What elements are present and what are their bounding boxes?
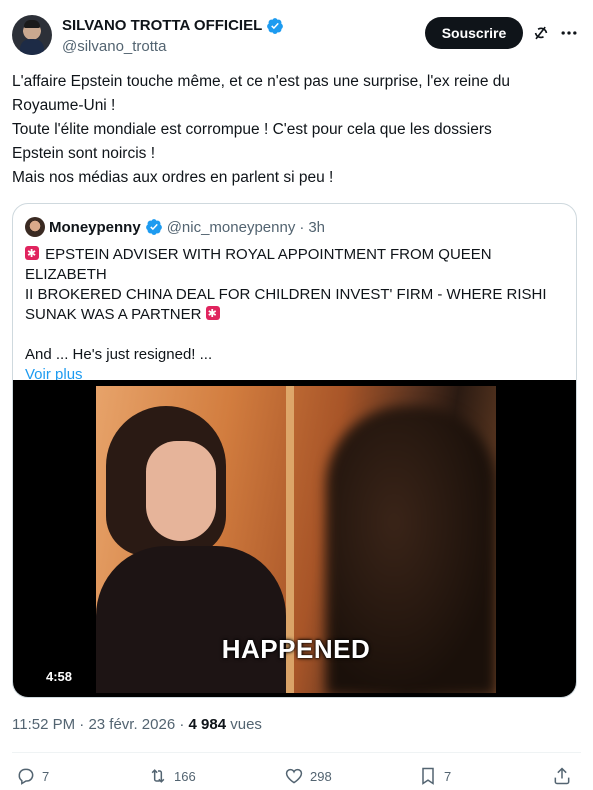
- tweet-time[interactable]: 11:52 PM: [12, 716, 75, 733]
- reply-count: 7: [42, 768, 50, 784]
- meta-separator: ·: [179, 716, 185, 733]
- bookmark-icon: [422, 767, 434, 785]
- subscribe-button[interactable]: Souscrire: [425, 17, 523, 49]
- video-caption: HAPPENED: [221, 634, 371, 664]
- tweet-date[interactable]: 23 févr. 2026: [88, 716, 175, 733]
- quoted-line: EPSTEIN ADVISER WITH ROYAL APPOINTMENT F…: [25, 244, 565, 285]
- video-person-face: [146, 441, 216, 541]
- bookmark-count: 7: [444, 768, 452, 784]
- reply-icon: [18, 768, 34, 785]
- siren-icon: [25, 244, 39, 264]
- bookmark-button[interactable]: 7: [418, 766, 451, 786]
- video-player[interactable]: HAPPENED 4:58: [13, 380, 576, 697]
- author-name-row[interactable]: SILVANO TROTTA OFFICIEL: [62, 16, 284, 36]
- author-name[interactable]: SILVANO TROTTA OFFICIEL: [62, 16, 262, 36]
- author-handle[interactable]: @silvano_trotta: [62, 37, 284, 57]
- tweet-line: Toute l'élite mondiale est corrompue ! C…: [12, 121, 492, 138]
- reply-button[interactable]: 7: [16, 766, 49, 786]
- heart-icon: [285, 768, 303, 784]
- quoted-tweet-header: Moneypenny @nic_moneypenny · 3h: [25, 217, 325, 237]
- author-avatar[interactable]: [12, 15, 52, 55]
- tweet-line: Mais nos médias aux ordres en parlent si…: [12, 169, 334, 186]
- quoted-timestamp[interactable]: 3h: [308, 219, 325, 236]
- quoted-author-name[interactable]: Moneypenny: [49, 219, 141, 236]
- video-duration: 4:58: [46, 669, 73, 684]
- quoted-author-handle[interactable]: @nic_moneypenny: [167, 219, 296, 236]
- views-label: vues: [230, 716, 262, 733]
- views-count: 4 984: [188, 716, 227, 733]
- like-count: 298: [310, 768, 332, 784]
- tweet-line: Epstein sont noircis !: [12, 145, 156, 162]
- tweet-line: Royaume-Uni !: [12, 97, 116, 114]
- quoted-spacer: [25, 325, 565, 345]
- quoted-tweet-text: EPSTEIN ADVISER WITH ROYAL APPOINTMENT F…: [25, 244, 565, 385]
- verified-badge-icon: [145, 219, 162, 235]
- tweet-text: L'affaire Epstein touche même, et ce n'e…: [12, 70, 584, 190]
- share-button[interactable]: [552, 766, 572, 786]
- tweet-meta: 11:52 PM · 23 févr. 2026 · 4 984 vues: [12, 716, 262, 733]
- author-block: SILVANO TROTTA OFFICIEL @silvano_trotta: [62, 16, 284, 57]
- siren-icon: [205, 304, 220, 324]
- quoted-tweet[interactable]: Moneypenny @nic_moneypenny · 3h EPSTEIN …: [12, 203, 577, 698]
- quoted-separator: ·: [299, 218, 305, 236]
- share-icon: [554, 767, 570, 785]
- more-options-icon[interactable]: [559, 23, 579, 43]
- quoted-line: II BROKERED CHINA DEAL FOR CHILDREN INVE…: [25, 286, 547, 303]
- quoted-line-text: EPSTEIN ADVISER WITH ROYAL APPOINTMENT F…: [25, 246, 496, 283]
- meta-separator: ·: [79, 716, 85, 733]
- quoted-line-text: SUNAK WAS A PARTNER: [25, 306, 202, 323]
- grok-icon[interactable]: [531, 23, 551, 43]
- quoted-line: And ... He's just resigned! ...: [25, 346, 213, 363]
- video-person-body: [96, 546, 286, 693]
- action-bar: 7 166 298 7: [0, 766, 593, 788]
- video-frame[interactable]: HAPPENED: [96, 386, 496, 693]
- repost-button[interactable]: 166: [148, 766, 196, 786]
- repost-count: 166: [174, 768, 196, 784]
- tweet-line: L'affaire Epstein touche même, et ce n'e…: [12, 73, 510, 90]
- divider: [12, 752, 581, 753]
- like-button[interactable]: 298: [284, 766, 332, 786]
- repost-icon: [151, 769, 165, 783]
- verified-badge-icon: [267, 18, 284, 34]
- quoted-author-avatar[interactable]: [25, 217, 45, 237]
- quoted-line: SUNAK WAS A PARTNER: [25, 304, 565, 325]
